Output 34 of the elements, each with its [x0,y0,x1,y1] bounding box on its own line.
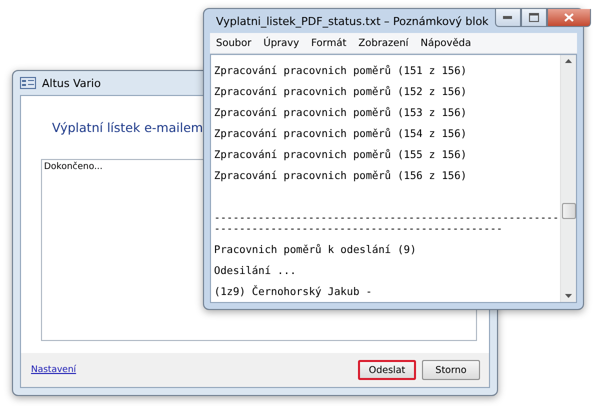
scroll-up-icon[interactable] [565,59,572,63]
window-title: Altus Vario [42,76,101,90]
text-line: Zpracování pracovnich poměrů (152 z 156) [214,85,468,100]
app-icon [20,77,36,89]
close-icon [564,13,574,22]
menu-item[interactable]: Úpravy [257,38,306,48]
text-line: Zpracování pracovnich poměrů (151 z 156) [214,64,468,79]
dashed-line: ---------------------------------------------- [214,224,504,235]
maximize-button[interactable] [520,9,547,27]
menu-item[interactable]: Nápověda [414,38,478,48]
text-line: Odesilání ... [214,264,298,279]
settings-link[interactable]: Nastavení [31,365,76,375]
menu-item[interactable]: Zobrazení [352,38,414,48]
dashed-line: ------------------------------------------------------- [214,213,558,224]
text-line: Pracovnich poměrů k odeslání (9) [214,243,418,258]
text-line: Zpracování pracovnich poměrů (155 z 156) [214,148,468,163]
window-title: Vyplatni_listek_PDF_status.txt – Poznámkový blok [216,14,489,28]
dialog-button[interactable]: Odeslat [358,360,416,380]
text-line: Zpracování pracovnich poměrů (153 z 156) [214,106,468,121]
maximize-icon [528,13,539,22]
log-text: Dokončeno... [44,162,103,172]
dialog-button[interactable]: Storno [422,360,480,380]
scroll-down-icon[interactable] [565,294,572,298]
menu-item[interactable]: Formát [305,38,352,48]
text-line: Zpracování pracovnich poměrů (156 z 156) [214,169,468,184]
scroll-thumb[interactable] [562,203,576,219]
menu-item[interactable]: Soubor [210,38,258,48]
dialog-heading: Výplatní lístek e-mailem [52,120,204,135]
minimize-icon [503,16,512,19]
close-button[interactable] [546,9,591,27]
text-line: (1z9) Černohorský Jakub - [214,284,374,300]
scrollbar[interactable] [560,55,576,302]
minimize-button[interactable] [494,9,521,27]
text-line: Zpracování pracovnich poměrů (154 z 156) [214,127,468,142]
